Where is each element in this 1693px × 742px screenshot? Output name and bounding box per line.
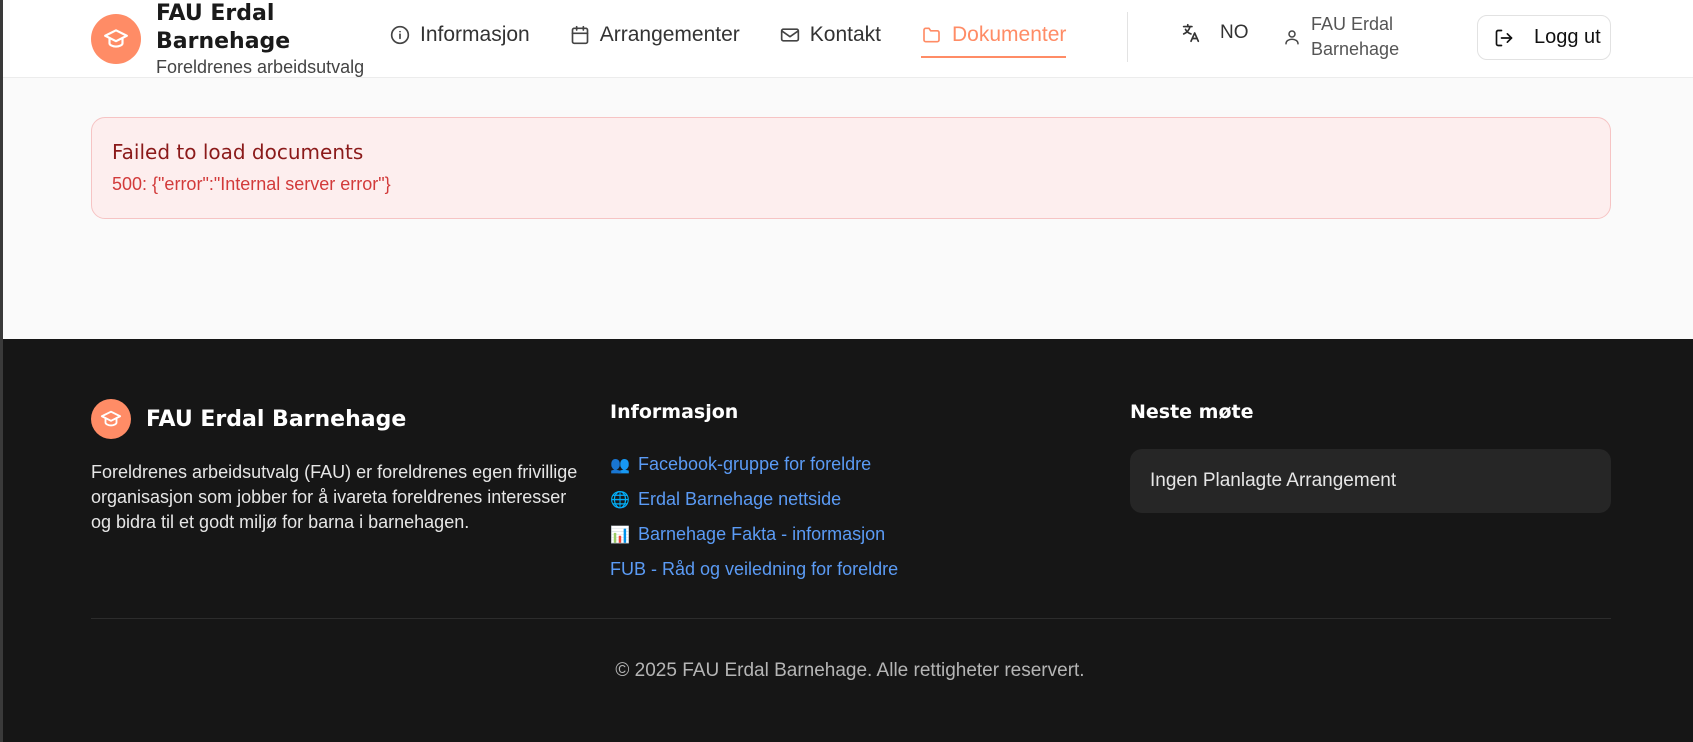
calendar-icon bbox=[571, 25, 589, 45]
user-name: FAU Erdal Barnehage bbox=[1311, 14, 1400, 59]
footer-info-title: Informasjon bbox=[610, 401, 739, 423]
header-divider bbox=[1127, 12, 1128, 62]
footer-link-website[interactable]: 🌐 Erdal Barnehage nettside bbox=[610, 482, 898, 517]
footer-meeting-title: Neste møte bbox=[1130, 401, 1254, 423]
user-icon bbox=[1285, 30, 1299, 45]
footer-link-website-label[interactable]: Erdal Barnehage nettside bbox=[638, 489, 841, 510]
site-header: FAU Erdal Barnehage Foreldrenes arbeidsu… bbox=[0, 0, 1693, 78]
brand[interactable]: FAU Erdal Barnehage Foreldrenes arbeidsu… bbox=[91, 0, 364, 78]
nav-dokumenter-label: Dokumenter bbox=[952, 23, 1067, 46]
nav-arrangementer[interactable]: Arrangementer bbox=[570, 12, 740, 58]
footer-brand: FAU Erdal Barnehage bbox=[91, 399, 406, 439]
mail-icon bbox=[780, 28, 799, 42]
footer-link-facebook[interactable]: 👥 Facebook-gruppe for foreldre bbox=[610, 447, 898, 482]
error-message: 500: {"error":"Internal server error"} bbox=[112, 174, 391, 194]
nav-dokumenter[interactable]: Dokumenter bbox=[921, 12, 1067, 58]
people-icon: 👥 bbox=[610, 456, 630, 474]
main-nav: Informasjon Arrangementer Kontakt Dokume… bbox=[390, 0, 1106, 70]
brand-title: FAU Erdal Barnehage bbox=[156, 1, 291, 54]
footer-link-fub[interactable]: FUB - Råd og veiledning for foreldre bbox=[610, 552, 898, 587]
language-switcher[interactable]: NO bbox=[1180, 22, 1249, 44]
nav-informasjon-label: Informasjon bbox=[420, 23, 530, 46]
globe-icon: 🌐 bbox=[610, 491, 630, 509]
window-edge bbox=[0, 0, 3, 742]
logout-label: Logg ut bbox=[1534, 26, 1601, 48]
footer-divider bbox=[91, 618, 1611, 619]
footer-description: Foreldrenes arbeidsutvalg (FAU) er forel… bbox=[91, 462, 578, 532]
footer-link-fakta-label[interactable]: Barnehage Fakta - informasjon bbox=[638, 524, 885, 545]
footer-links: 👥 Facebook-gruppe for foreldre 🌐 Erdal B… bbox=[610, 447, 898, 587]
logout-icon bbox=[1495, 29, 1513, 46]
nav-arrangementer-label: Arrangementer bbox=[599, 23, 740, 46]
nav-kontakt[interactable]: Kontakt bbox=[780, 12, 881, 58]
footer-link-fakta[interactable]: 📊 Barnehage Fakta - informasjon bbox=[610, 517, 898, 552]
nav-kontakt-label: Kontakt bbox=[809, 23, 882, 46]
logout-button[interactable]: Logg ut bbox=[1477, 15, 1611, 60]
footer-brand-name: FAU Erdal Barnehage bbox=[146, 406, 407, 432]
brand-subtitle: Foreldrenes arbeidsutvalg bbox=[156, 57, 365, 77]
language-label: NO bbox=[1220, 22, 1249, 43]
graduation-cap-icon bbox=[91, 399, 131, 439]
graduation-cap-icon bbox=[91, 14, 141, 64]
next-meeting-card: Ingen Planlagte Arrangement bbox=[1130, 449, 1611, 513]
chart-icon: 📊 bbox=[610, 526, 630, 544]
folder-icon bbox=[923, 27, 940, 43]
nav-informasjon[interactable]: Informasjon bbox=[390, 12, 530, 58]
info-icon bbox=[390, 25, 410, 45]
next-meeting-text: Ingen Planlagte Arrangement bbox=[1150, 470, 1397, 491]
footer-link-fub-label[interactable]: FUB - Råd og veiledning for foreldre bbox=[610, 559, 898, 580]
translate-icon bbox=[1182, 23, 1200, 43]
copyright: © 2025 FAU Erdal Barnehage. Alle rettigh… bbox=[615, 660, 1085, 681]
footer-link-facebook-label[interactable]: Facebook-gruppe for foreldre bbox=[638, 454, 871, 475]
error-alert: Failed to load documents 500: {"error":"… bbox=[91, 117, 1611, 219]
site-footer: FAU Erdal Barnehage Foreldrenes arbeidsu… bbox=[0, 339, 1693, 742]
error-title: Failed to load documents bbox=[112, 140, 364, 164]
user-profile[interactable]: FAU Erdal Barnehage bbox=[1283, 12, 1421, 62]
